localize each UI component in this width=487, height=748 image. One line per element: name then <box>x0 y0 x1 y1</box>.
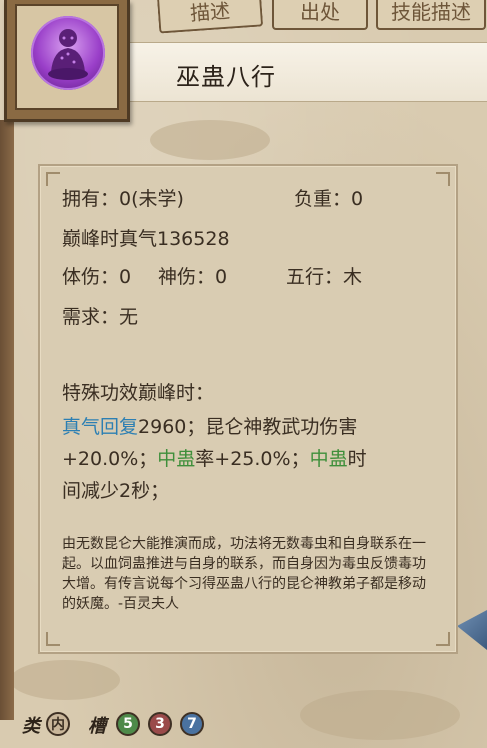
peak-qi: 巅峰时真气136528 <box>62 228 230 250</box>
slot-value: 3 <box>155 716 165 732</box>
requirement: 需求：无 <box>62 306 139 328</box>
tab-label: 出处 <box>300 0 340 24</box>
spirit-damage: 神伤：0 <box>158 266 228 288</box>
skill-icon <box>31 16 105 90</box>
tab-label: 描述 <box>189 0 231 25</box>
skill-title-bar: 巫蛊八行 <box>128 42 487 102</box>
body-damage: 体伤：0 <box>62 266 132 288</box>
slot-badge-green[interactable]: 5 <box>116 712 140 736</box>
effect-line-3: 间减少2秒； <box>62 480 170 502</box>
lore-text: 由无数昆仑大能推演而成，功法将无数毒虫和自身联系在一起。以血饲蛊推进与自身的联系… <box>62 536 426 612</box>
corner-ornament <box>46 172 60 186</box>
corner-ornament <box>46 632 60 646</box>
wood-edge <box>0 120 14 720</box>
effect-line-1: 真气回复2960；昆仑神教武功伤害 <box>62 412 357 439</box>
element: 五行：木 <box>286 266 363 288</box>
slot-value: 7 <box>187 716 197 732</box>
poison-keyword[interactable]: 中蛊 <box>157 448 195 470</box>
cloud-decoration <box>300 690 460 740</box>
corner-ornament <box>436 172 450 186</box>
slot-badge-blue[interactable]: 7 <box>180 712 204 736</box>
meditating-figure-icon <box>48 29 88 80</box>
poison-keyword[interactable]: 中蛊 <box>310 448 348 470</box>
type-label: 类 <box>22 716 40 737</box>
effect-text: 时 <box>347 448 367 470</box>
tab-source[interactable]: 出处 <box>272 0 368 30</box>
corner-ornament <box>436 632 450 646</box>
tab-label: 技能描述 <box>391 0 471 24</box>
qi-recovery-keyword[interactable]: 真气回复 <box>62 416 138 438</box>
own-count: 拥有：0(未学) <box>62 188 184 210</box>
cloud-decoration <box>10 660 120 700</box>
type-value: 内 <box>51 717 65 733</box>
effects-heading: 特殊功效巅峰时： <box>62 382 215 404</box>
slot-value: 5 <box>123 716 133 732</box>
slot-badge-red[interactable]: 3 <box>148 712 172 736</box>
effect-text: +20.0%； <box>62 448 158 470</box>
skill-name: 巫蛊八行 <box>176 63 276 91</box>
cloud-decoration <box>150 120 270 160</box>
tab-skill-description[interactable]: 技能描述 <box>376 0 486 30</box>
effect-text: 率+25.0%； <box>195 448 310 470</box>
effect-text: 2960；昆仑神教武功伤害 <box>138 416 358 438</box>
skill-icon-inner <box>15 4 119 110</box>
slot-label: 槽 <box>88 716 106 737</box>
type-badge[interactable]: 内 <box>46 712 70 736</box>
skill-icon-frame[interactable] <box>4 0 130 122</box>
weight-value: 负重：0 <box>294 188 364 210</box>
effect-line-2: +20.0%；中蛊率+25.0%；中蛊时 <box>62 444 367 471</box>
